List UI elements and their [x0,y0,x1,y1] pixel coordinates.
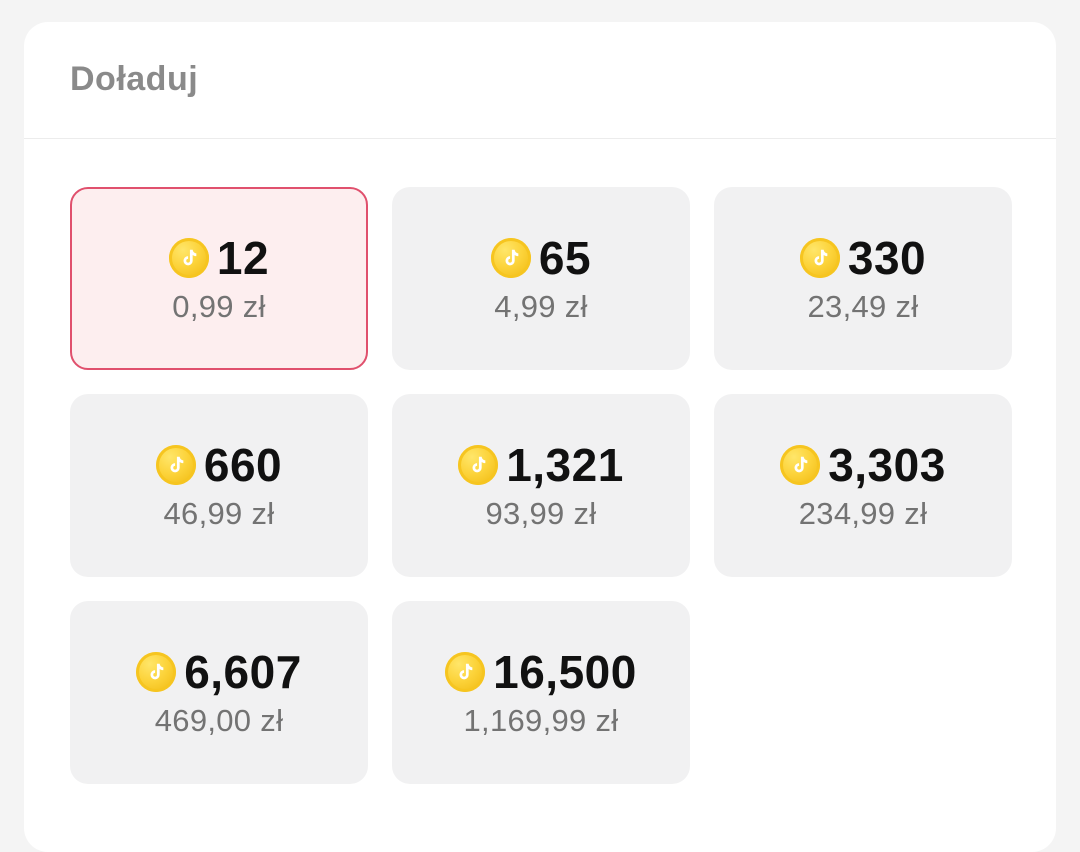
package-price: 234,99 zł [798,496,928,532]
tiktok-coin-icon [168,238,209,279]
coin-package-card[interactable]: 660 46,99 zł [70,394,368,577]
coin-amount-row: 330 [799,232,927,285]
coin-package-card[interactable]: 65 4,99 zł [392,187,690,370]
tiktok-coin-icon [780,445,821,486]
coin-amount: 6,607 [184,646,302,699]
package-price: 0,99 zł [172,289,266,325]
coin-amount: 16,500 [493,646,637,699]
coin-amount-row: 1,321 [458,439,624,491]
package-price: 469,00 zł [154,703,284,739]
coin-package-card[interactable]: 12 0,99 zł [70,187,368,370]
coin-amount-row: 3,303 [780,439,946,491]
panel-header: Doładuj [24,22,1056,139]
coin-amount: 65 [538,232,592,285]
tiktok-coin-icon [136,652,177,693]
coin-amount: 660 [203,439,283,492]
coin-package-card[interactable]: 3,303 234,99 zł [714,394,1012,577]
tiktok-coin-icon [155,445,196,486]
package-price: 23,49 zł [807,289,919,325]
package-price: 93,99 zł [485,496,597,532]
coin-package-card[interactable]: 1,321 93,99 zł [392,394,690,577]
coin-amount-row: 660 [155,439,283,492]
package-price: 4,99 zł [494,289,588,325]
coin-amount: 3,303 [828,439,946,492]
coin-amount-row: 65 [490,232,592,285]
coin-package-card[interactable]: 6,607 469,00 zł [70,601,368,784]
coin-amount: 1,321 [506,439,624,492]
coin-amount-row: 16,500 [445,646,637,698]
recharge-panel: Doładuj 12 0,99 zł 65 4,99 zł 330 23,49 … [24,22,1056,852]
coin-amount: 330 [847,232,927,285]
coin-package-card[interactable]: 330 23,49 zł [714,187,1012,370]
coin-package-grid: 12 0,99 zł 65 4,99 zł 330 23,49 zł 660 4… [70,187,1012,784]
tiktok-coin-icon [458,445,499,486]
page-title: Doładuj [70,60,199,98]
coin-amount-row: 12 [168,232,270,285]
tiktok-coin-icon [445,652,486,693]
coin-amount: 12 [216,232,270,285]
package-price: 46,99 zł [163,496,275,532]
coin-amount-row: 6,607 [136,646,302,698]
tiktok-coin-icon [799,238,840,279]
coin-package-card[interactable]: 16,500 1,169,99 zł [392,601,690,784]
tiktok-coin-icon [490,238,531,279]
package-price: 1,169,99 zł [463,703,619,739]
